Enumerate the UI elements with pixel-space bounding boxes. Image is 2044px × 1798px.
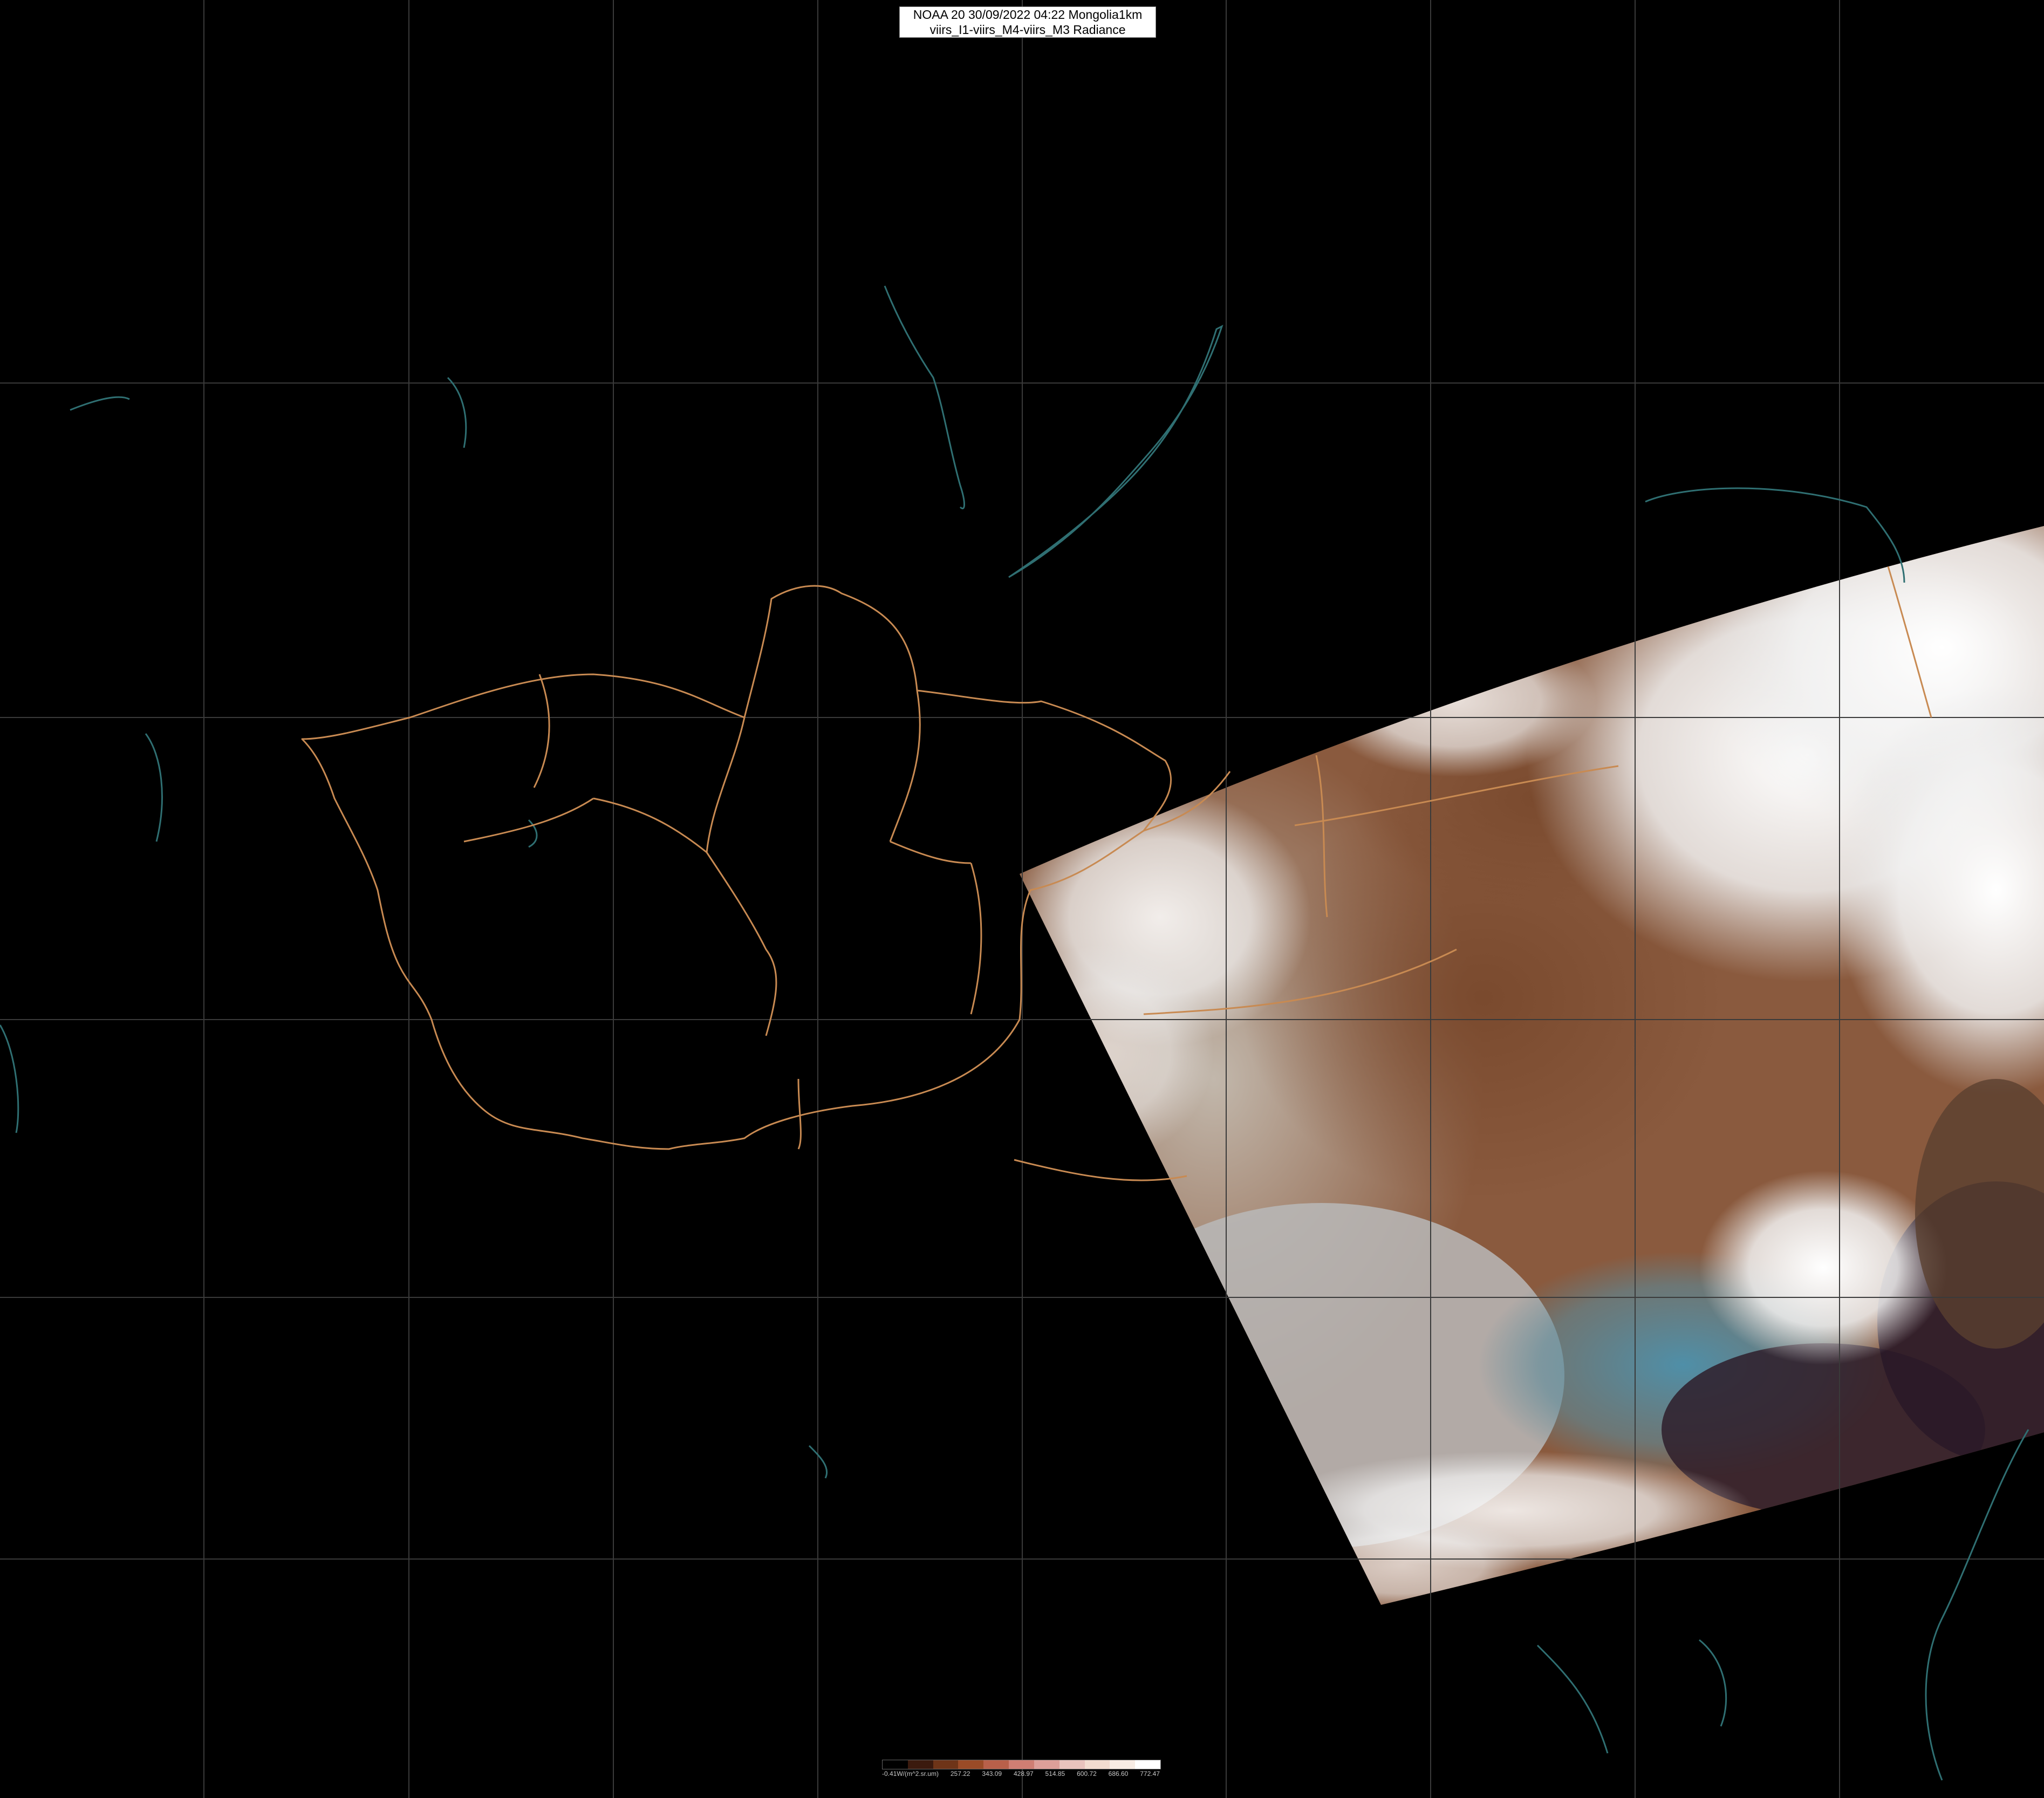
legend-label: 428.97: [1013, 1770, 1034, 1778]
legend-color-bar: [882, 1760, 1161, 1769]
legend-swatch: [1084, 1760, 1110, 1769]
title-line-2: viirs_I1-viirs_M4-viirs_M3 Radiance: [929, 23, 1126, 37]
legend-swatch: [1110, 1760, 1136, 1769]
legend-label: -0.41W/(m^2.sr.um): [882, 1770, 939, 1778]
legend-label: 343.09: [982, 1770, 1002, 1778]
legend-label: 257.22: [950, 1770, 970, 1778]
legend-swatch: [907, 1760, 933, 1769]
legend-label: 772.47: [1140, 1770, 1160, 1778]
radiance-legend: -0.41W/(m^2.sr.um) 257.22 343.09 428.97 514.…: [882, 1760, 1161, 1786]
legend-swatch: [958, 1760, 984, 1769]
legend-label: 514.85: [1045, 1770, 1065, 1778]
legend-label: 600.72: [1077, 1770, 1097, 1778]
legend-swatch: [883, 1760, 908, 1769]
legend-labels: -0.41W/(m^2.sr.um) 257.22 343.09 428.97 514.…: [882, 1770, 1160, 1781]
legend-swatch: [983, 1760, 1009, 1769]
map-title: NOAA 20 30/09/2022 04:22 Mongolia1km vii…: [899, 6, 1156, 38]
legend-swatch: [1059, 1760, 1085, 1769]
legend-swatch: [933, 1760, 959, 1769]
legend-swatch: [1009, 1760, 1034, 1769]
title-line-1: NOAA 20 30/09/2022 04:22 Mongolia1km: [913, 8, 1143, 22]
legend-label: 686.60: [1108, 1770, 1129, 1778]
legend-swatch: [1135, 1760, 1160, 1769]
legend-swatch: [1034, 1760, 1059, 1769]
satellite-map: [0, 0, 2044, 1798]
